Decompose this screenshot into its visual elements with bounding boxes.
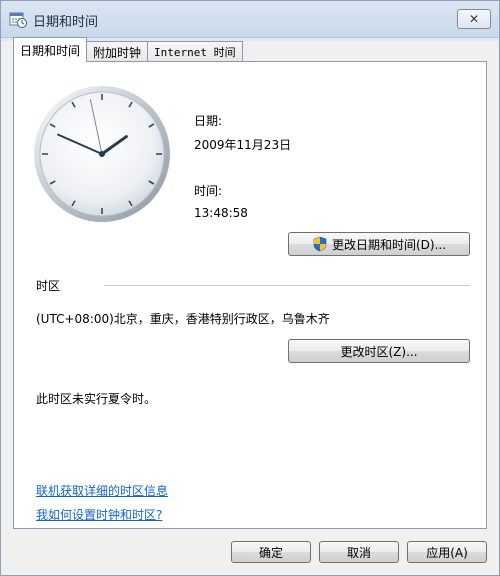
- tab-additional-clocks[interactable]: 附加时钟: [86, 41, 149, 62]
- time-label: 时间:: [194, 184, 223, 198]
- change-date-time-button[interactable]: 更改日期和时间(D)...: [288, 232, 470, 256]
- ok-button[interactable]: 确定: [231, 541, 311, 563]
- apply-button[interactable]: 应用(A): [407, 541, 487, 563]
- change-timezone-button[interactable]: 更改时区(Z)...: [288, 339, 470, 363]
- tab-strip: 日期和时间 附加时钟 Internet 时间: [13, 37, 243, 62]
- tab-date-time[interactable]: 日期和时间: [13, 37, 88, 62]
- window-title: 日期和时间: [33, 15, 99, 30]
- timezone-section-label: 时区: [36, 279, 61, 293]
- close-icon: ✕: [468, 12, 480, 26]
- close-button[interactable]: ✕: [457, 9, 491, 29]
- date-time-dialog: 日期和时间 ✕ 日期和时间 附加时钟 Internet 时间 日期: 2009年…: [0, 0, 500, 576]
- tab-label: Internet 时间: [154, 46, 236, 59]
- tab-label: 附加时钟: [93, 45, 142, 60]
- change-timezone-label: 更改时区(Z)...: [340, 344, 418, 359]
- ok-label: 确定: [258, 545, 283, 560]
- title-bar[interactable]: 日期和时间 ✕: [1, 1, 499, 38]
- analog-clock: [34, 86, 170, 222]
- cancel-label: 取消: [346, 545, 371, 560]
- uac-shield-icon: [313, 236, 327, 252]
- cancel-button[interactable]: 取消: [319, 541, 399, 563]
- time-value: 13:48:58: [194, 206, 248, 220]
- calendar-clock-icon: [9, 12, 27, 28]
- dst-note: 此时区未实行夏令时。: [36, 392, 157, 406]
- online-timezone-info-link[interactable]: 联机获取详细的时区信息: [36, 482, 168, 499]
- tab-label: 日期和时间: [20, 43, 81, 58]
- timezone-divider: [104, 285, 470, 286]
- date-value: 2009年11月23日: [194, 138, 292, 152]
- change-date-time-label: 更改日期和时间(D)...: [331, 237, 447, 252]
- apply-label: 应用(A): [426, 545, 468, 560]
- clock-center: [99, 151, 105, 157]
- tab-internet-time[interactable]: Internet 时间: [147, 41, 243, 62]
- tab-panel: 日期: 2009年11月23日 时间: 13:48:58 更改日期和时间(D).…: [13, 61, 487, 529]
- date-label: 日期:: [194, 114, 223, 128]
- how-to-set-clock-link[interactable]: 我如何设置时钟和时区?: [36, 506, 162, 523]
- timezone-value: (UTC+08:00)北京，重庆，香港特别行政区，乌鲁木齐: [36, 312, 330, 326]
